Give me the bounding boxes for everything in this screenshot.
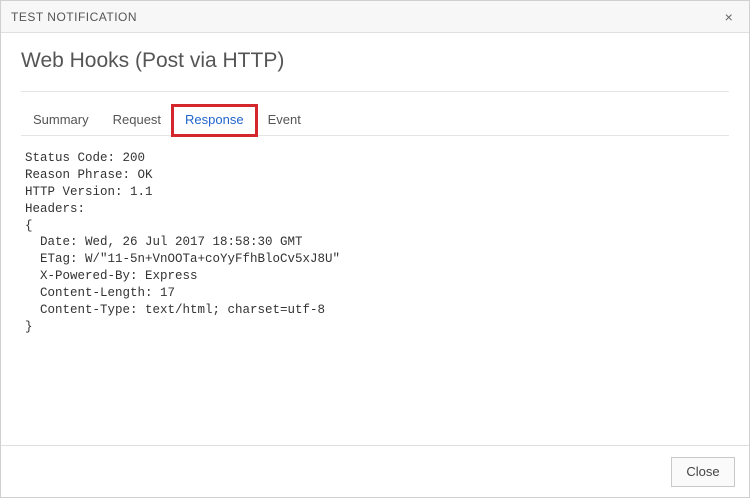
- tab-summary[interactable]: Summary: [21, 106, 101, 135]
- titlebar: TEST NOTIFICATION ×: [1, 1, 749, 33]
- tab-event[interactable]: Event: [256, 106, 313, 135]
- tabs: Summary Request Response Event: [21, 106, 729, 136]
- response-body: Status Code: 200 Reason Phrase: OK HTTP …: [21, 136, 729, 445]
- content: Web Hooks (Post via HTTP) Summary Reques…: [1, 33, 749, 445]
- response-text: Status Code: 200 Reason Phrase: OK HTTP …: [25, 150, 725, 336]
- page-title: Web Hooks (Post via HTTP): [21, 33, 729, 92]
- tab-response[interactable]: Response: [173, 106, 256, 135]
- close-button[interactable]: Close: [671, 457, 735, 487]
- tab-request[interactable]: Request: [101, 106, 173, 135]
- dialog-title: TEST NOTIFICATION: [11, 10, 137, 24]
- footer: Close: [1, 445, 749, 497]
- dialog: TEST NOTIFICATION × Web Hooks (Post via …: [0, 0, 750, 498]
- close-icon[interactable]: ×: [719, 7, 739, 27]
